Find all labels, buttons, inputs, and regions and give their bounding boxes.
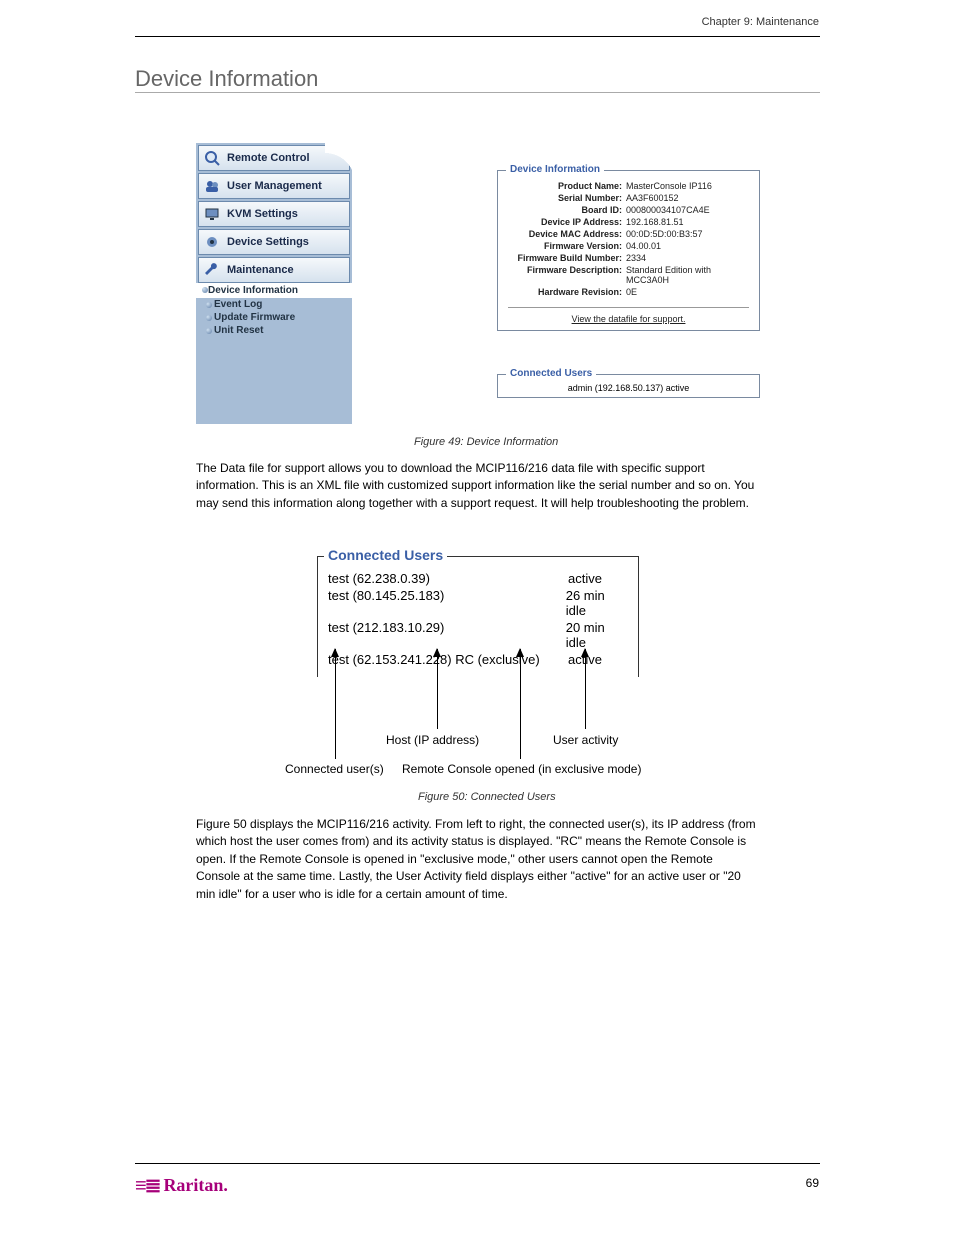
info-value: AA3F600152 [626, 193, 751, 203]
nav-label: KVM Settings [227, 208, 298, 220]
info-value: 192.168.81.51 [626, 217, 751, 227]
nav-device-settings[interactable]: Device Settings [198, 229, 350, 255]
cu-row-right: 26 min idle [566, 588, 628, 618]
sidebar: Remote Control User Management KVM Setti… [196, 143, 352, 424]
info-label: Serial Number: [506, 193, 626, 203]
annotation-rc: Remote Console opened (in exclusive mode… [402, 762, 641, 776]
nav-label: User Management [227, 180, 322, 192]
divider [508, 307, 749, 308]
info-value: 2334 [626, 253, 751, 263]
nav-label: Maintenance [227, 264, 294, 276]
nav-label: Device Settings [227, 236, 309, 248]
cu-row-right: 20 min idle [566, 620, 628, 650]
users-icon [203, 177, 221, 195]
figure-50-caption: Figure 50: Connected Users [418, 791, 556, 803]
info-label: Firmware Version: [506, 241, 626, 251]
info-label: Device IP Address: [506, 217, 626, 227]
top-rule [135, 36, 820, 37]
figure-49-caption: Figure 49: Device Information [414, 436, 558, 448]
raritan-logo: ≡≣ Raritan. [135, 1173, 228, 1198]
footer-rule [135, 1163, 820, 1164]
info-label: Product Name: [506, 181, 626, 191]
annotation-connected: Connected user(s) [285, 762, 384, 776]
arrow-rc-mode [520, 649, 521, 759]
connected-users-big: Connected Users test (62.238.0.39)active… [317, 556, 639, 677]
info-label: Firmware Description: [506, 265, 626, 285]
body-paragraph-1: The Data file for support allows you to … [196, 460, 760, 512]
info-value: 00:0D:5D:00:B3:57 [626, 229, 751, 239]
connected-users-small: Connected Users admin (192.168.50.137) a… [497, 374, 760, 398]
arrow-user-activity [585, 649, 586, 729]
nav-event-log[interactable]: Event Log [196, 298, 352, 311]
logo-text: Raritan. [163, 1175, 228, 1196]
connected-user-entry: admin (192.168.50.137) active [506, 383, 751, 393]
info-value: 0E [626, 287, 751, 297]
annotation-activity: User activity [553, 733, 618, 747]
datafile-link[interactable]: View the datafile for support. [498, 312, 759, 330]
annotation-host: Host (IP address) [386, 733, 479, 747]
logo-icon: ≡≣ [135, 1173, 159, 1198]
device-info-legend: Device Information [506, 164, 604, 175]
page-number: 69 [806, 1176, 819, 1190]
info-value: 000800034107CA4E [626, 205, 751, 215]
sub-rule [135, 92, 820, 93]
nav-update-firmware[interactable]: Update Firmware [196, 311, 352, 324]
nav-device-information[interactable]: Device Information [196, 283, 352, 298]
connected-users-big-legend: Connected Users [324, 547, 447, 563]
device-info-panel: Device Information Product Name:MasterCo… [497, 170, 760, 331]
cu-row-left: test (80.145.25.183) [328, 588, 566, 618]
info-value: Standard Edition with MCC3A0H [626, 265, 751, 285]
info-value: MasterConsole IP116 [626, 181, 751, 191]
wrench-icon [203, 261, 221, 279]
sidebar-curve [325, 143, 355, 183]
device-info-rows: Product Name:MasterConsole IP116 Serial … [498, 171, 759, 303]
info-label: Firmware Build Number: [506, 253, 626, 263]
cu-row-left: test (212.183.10.29) [328, 620, 566, 650]
cu-row-left: test (62.153.241.228) RC (exclusive) [328, 652, 568, 667]
cu-row-right: active [568, 571, 602, 586]
nav-label: Remote Control [227, 152, 310, 164]
monitor-icon [203, 205, 221, 223]
arrow-host-ip [437, 649, 438, 729]
info-label: Device MAC Address: [506, 229, 626, 239]
info-value: 04.00.01 [626, 241, 751, 251]
cu-row-left: test (62.238.0.39) [328, 571, 568, 586]
info-label: Board ID: [506, 205, 626, 215]
nav-unit-reset[interactable]: Unit Reset [196, 324, 352, 337]
magnifier-icon [203, 149, 221, 167]
nav-kvm-settings[interactable]: KVM Settings [198, 201, 350, 227]
info-label: Hardware Revision: [506, 287, 626, 297]
arrow-connected-user [335, 649, 336, 759]
section-title: Device Information [135, 66, 318, 92]
body-paragraph-2: Figure 50 displays the MCIP116/216 activ… [196, 816, 760, 903]
gear-icon [203, 233, 221, 251]
nav-maintenance[interactable]: Maintenance [198, 257, 350, 283]
header-chapter: Chapter 9: Maintenance [702, 16, 819, 28]
connected-users-legend: Connected Users [506, 368, 596, 379]
